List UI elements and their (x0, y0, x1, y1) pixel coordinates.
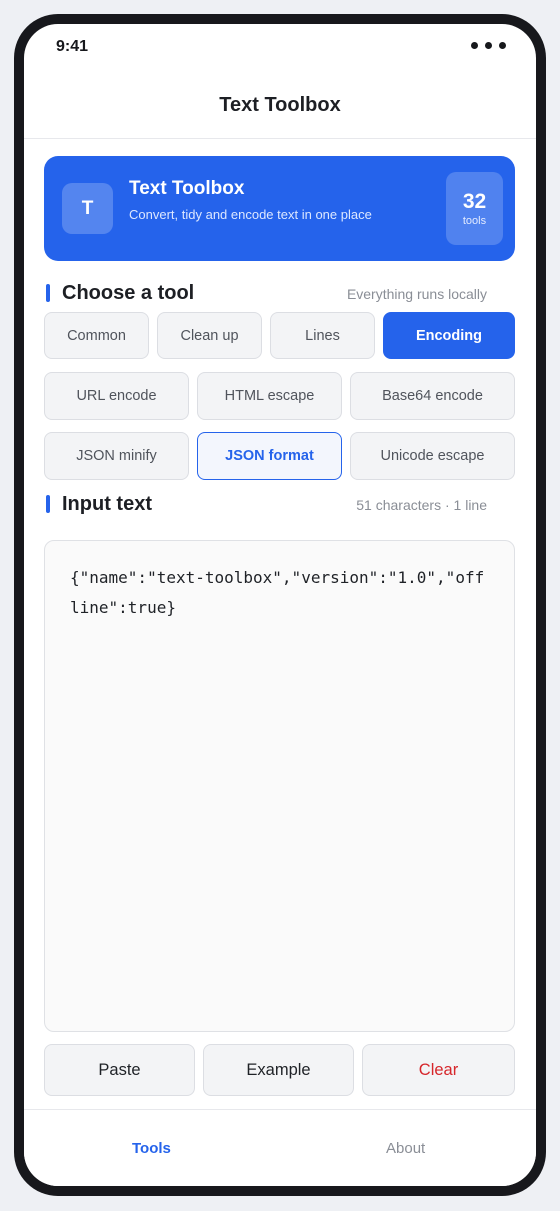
section-accent-bar (46, 284, 50, 302)
page-title: Text Toolbox (219, 94, 341, 116)
more-options-icon[interactable] (471, 42, 506, 49)
tab-about[interactable]: About (386, 1140, 425, 1157)
status-bar: 9:41 (24, 24, 536, 74)
category-tab-clean-up[interactable]: Clean up (157, 312, 262, 359)
input-section-title: Input text (62, 493, 152, 515)
tools-section-header: Choose a tool Everything runs locally (44, 282, 487, 306)
tools-section-meta: Everything runs locally (346, 286, 487, 302)
category-tab-lines[interactable]: Lines (270, 312, 375, 359)
tab-tools[interactable]: Tools (132, 1140, 171, 1157)
input-text-area[interactable]: {"name":"text-toolbox","version":"1.0","… (44, 540, 515, 1032)
clear-button[interactable]: Clear (362, 1044, 515, 1096)
tool-count-value: 32 (462, 190, 487, 213)
section-accent-bar (46, 495, 50, 513)
category-tab-encoding[interactable]: Encoding (383, 312, 515, 359)
tool-url-encode-button[interactable]: URL encode (44, 372, 189, 420)
paste-button[interactable]: Paste (44, 1044, 195, 1096)
input-char-count: 51 characters · 1 line (356, 497, 487, 513)
input-text-value[interactable]: {"name":"text-toolbox","version":"1.0","… (70, 563, 490, 623)
app-logo-icon: T (62, 183, 113, 234)
app-hero-card: T Text Toolbox Convert, tidy and encode … (44, 156, 515, 261)
device-frame: 9:41 Text Toolbox T Text Toolbox Convert… (14, 14, 546, 1196)
tool-html-escape-button[interactable]: HTML escape (197, 372, 342, 420)
hero-title: Text Toolbox (129, 178, 245, 199)
status-time: 9:41 (56, 38, 89, 55)
tool-json-minify-button[interactable]: JSON minify (44, 432, 189, 480)
hero-subtitle: Convert, tidy and encode text in one pla… (129, 207, 372, 222)
tool-count-badge: 32 tools (446, 172, 503, 245)
bottom-tab-bar: Tools About (24, 1109, 536, 1186)
tool-base64-encode-button[interactable]: Base64 encode (350, 372, 515, 420)
category-tab-common[interactable]: Common (44, 312, 149, 359)
navigation-bar: Text Toolbox (24, 76, 536, 139)
tool-json-format-button[interactable]: JSON format (197, 432, 342, 480)
tool-unicode-escape-button[interactable]: Unicode escape (350, 432, 515, 480)
tool-count-label: tools (462, 215, 487, 227)
example-button[interactable]: Example (203, 1044, 354, 1096)
tools-section-title: Choose a tool (62, 282, 195, 304)
app-screen: 9:41 Text Toolbox T Text Toolbox Convert… (24, 24, 536, 1186)
input-section-header: Input text 51 characters · 1 line (44, 493, 487, 517)
